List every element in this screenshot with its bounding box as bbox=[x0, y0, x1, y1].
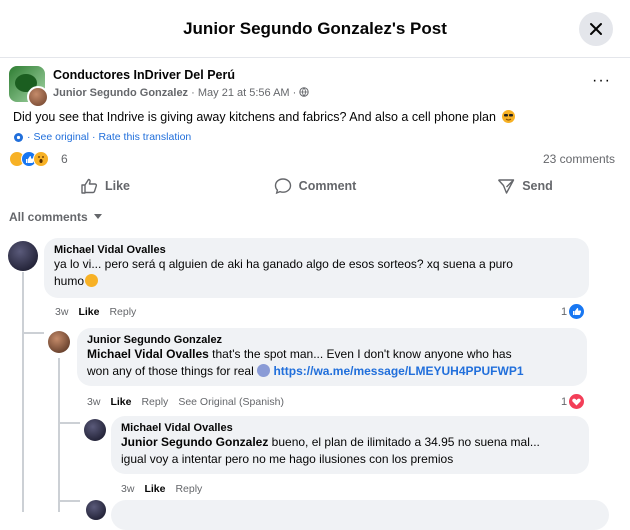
reply-composer[interactable] bbox=[111, 500, 609, 530]
commenter-avatar[interactable] bbox=[8, 241, 38, 271]
caret-down-icon bbox=[93, 214, 102, 219]
comment-bubble: Junior Segundo Gonzalez Michael Vidal Ov… bbox=[77, 328, 587, 386]
translation-row: · See original · Rate this translation bbox=[13, 131, 191, 143]
post-dialog: Junior Segundo Gonzalez's Post Conductor… bbox=[0, 0, 630, 530]
send-button[interactable]: Send bbox=[420, 172, 630, 200]
comment-meta: 3w Like Reply bbox=[121, 483, 202, 495]
author-avatar[interactable] bbox=[27, 86, 49, 108]
reaction-count[interactable]: 6 bbox=[61, 152, 68, 166]
post-text: Did you see that Indrive is giving away … bbox=[13, 110, 516, 124]
thread-branch bbox=[58, 422, 80, 424]
thumbs-up-icon bbox=[81, 178, 98, 194]
like-button[interactable]: Like bbox=[0, 172, 210, 200]
post-actions: Like Comment Send bbox=[0, 172, 630, 200]
like-reaction-icon bbox=[569, 304, 585, 319]
love-reaction-icon bbox=[569, 394, 585, 409]
group-name[interactable]: Conductores InDriver Del Perú bbox=[53, 68, 235, 82]
post-header: Conductores InDriver Del Perú Junior Seg… bbox=[9, 66, 621, 108]
comment-reaction-count[interactable]: 1 bbox=[561, 394, 585, 409]
comment-text: ya lo vi... pero será q alguien de aki h… bbox=[54, 257, 513, 288]
comment-bubble: Michael Vidal Ovalles ya lo vi... pero s… bbox=[44, 238, 589, 298]
thread-line bbox=[22, 272, 24, 512]
mention-link[interactable]: Michael Vidal Ovalles bbox=[87, 347, 209, 361]
commenter-name[interactable]: Michael Vidal Ovalles bbox=[121, 422, 579, 434]
comment-reply-button[interactable]: Reply bbox=[175, 483, 202, 495]
comments-count[interactable]: 23 comments bbox=[543, 152, 615, 166]
reactions-summary: 6 23 comments bbox=[9, 151, 621, 169]
post-meta: Junior Segundo Gonzalez · May 21 at 5:56… bbox=[53, 87, 310, 99]
comment-reply-button[interactable]: Reply bbox=[141, 396, 168, 408]
rate-translation-link[interactable]: Rate this translation bbox=[98, 131, 191, 143]
comment-like-button[interactable]: Like bbox=[144, 483, 165, 495]
whatsapp-link[interactable]: https://wa.me/message/LMEYUH4PPUFWP1 bbox=[273, 364, 523, 378]
comment-time[interactable]: 3w bbox=[121, 483, 134, 495]
see-original-link[interactable]: See original bbox=[34, 131, 89, 143]
composer-avatar bbox=[86, 500, 106, 520]
translate-gear-icon bbox=[14, 132, 23, 142]
see-original-link[interactable]: See Original (Spanish) bbox=[178, 396, 284, 408]
dialog-title: Junior Segundo Gonzalez's Post bbox=[183, 18, 447, 38]
comment-reaction-count[interactable]: 1 bbox=[561, 304, 585, 319]
smoke-face-emoji-icon bbox=[85, 274, 99, 287]
commenter-name[interactable]: Michael Vidal Ovalles bbox=[54, 244, 579, 256]
globe-icon bbox=[299, 87, 310, 97]
sunglasses-emoji-icon bbox=[502, 110, 516, 123]
author-name[interactable]: Junior Segundo Gonzalez bbox=[53, 87, 188, 99]
comment-text: Junior Segundo Gonzalez bueno, el plan d… bbox=[121, 435, 540, 466]
mention-link[interactable]: Junior Segundo Gonzalez bbox=[121, 435, 268, 449]
commenter-name[interactable]: Junior Segundo Gonzalez bbox=[87, 334, 577, 346]
dialog-header: Junior Segundo Gonzalez's Post bbox=[0, 0, 630, 58]
comment-time[interactable]: 3w bbox=[55, 306, 68, 318]
thread-branch bbox=[58, 500, 80, 502]
scream-emoji-icon bbox=[257, 364, 271, 377]
more-options-button[interactable]: ··· bbox=[592, 72, 611, 90]
close-button[interactable] bbox=[579, 12, 613, 46]
comment-meta: 3w Like Reply See Original (Spanish) bbox=[87, 396, 284, 408]
comment-text: Michael Vidal Ovalles that's the spot ma… bbox=[87, 347, 524, 378]
comment-meta: 3w Like Reply bbox=[55, 306, 136, 318]
commenter-avatar[interactable] bbox=[48, 331, 70, 353]
thread-line bbox=[58, 358, 60, 512]
commenter-avatar[interactable] bbox=[84, 419, 106, 441]
close-icon bbox=[590, 23, 602, 35]
comment-bubble-icon bbox=[274, 178, 291, 195]
comment-time[interactable]: 3w bbox=[87, 396, 100, 408]
comment-like-button[interactable]: Like bbox=[110, 396, 131, 408]
wow-reaction-icon bbox=[33, 151, 49, 167]
comment-reply-button[interactable]: Reply bbox=[109, 306, 136, 318]
reaction-icons[interactable] bbox=[9, 151, 49, 167]
comments-filter-dropdown[interactable]: All comments bbox=[9, 210, 102, 224]
comment-like-button[interactable]: Like bbox=[78, 306, 99, 318]
comment-bubble: Michael Vidal Ovalles Junior Segundo Gon… bbox=[111, 416, 589, 474]
comment-button[interactable]: Comment bbox=[210, 172, 420, 200]
send-icon bbox=[498, 179, 515, 194]
post-date[interactable]: May 21 at 5:56 AM bbox=[198, 87, 290, 99]
thread-branch bbox=[22, 332, 44, 334]
